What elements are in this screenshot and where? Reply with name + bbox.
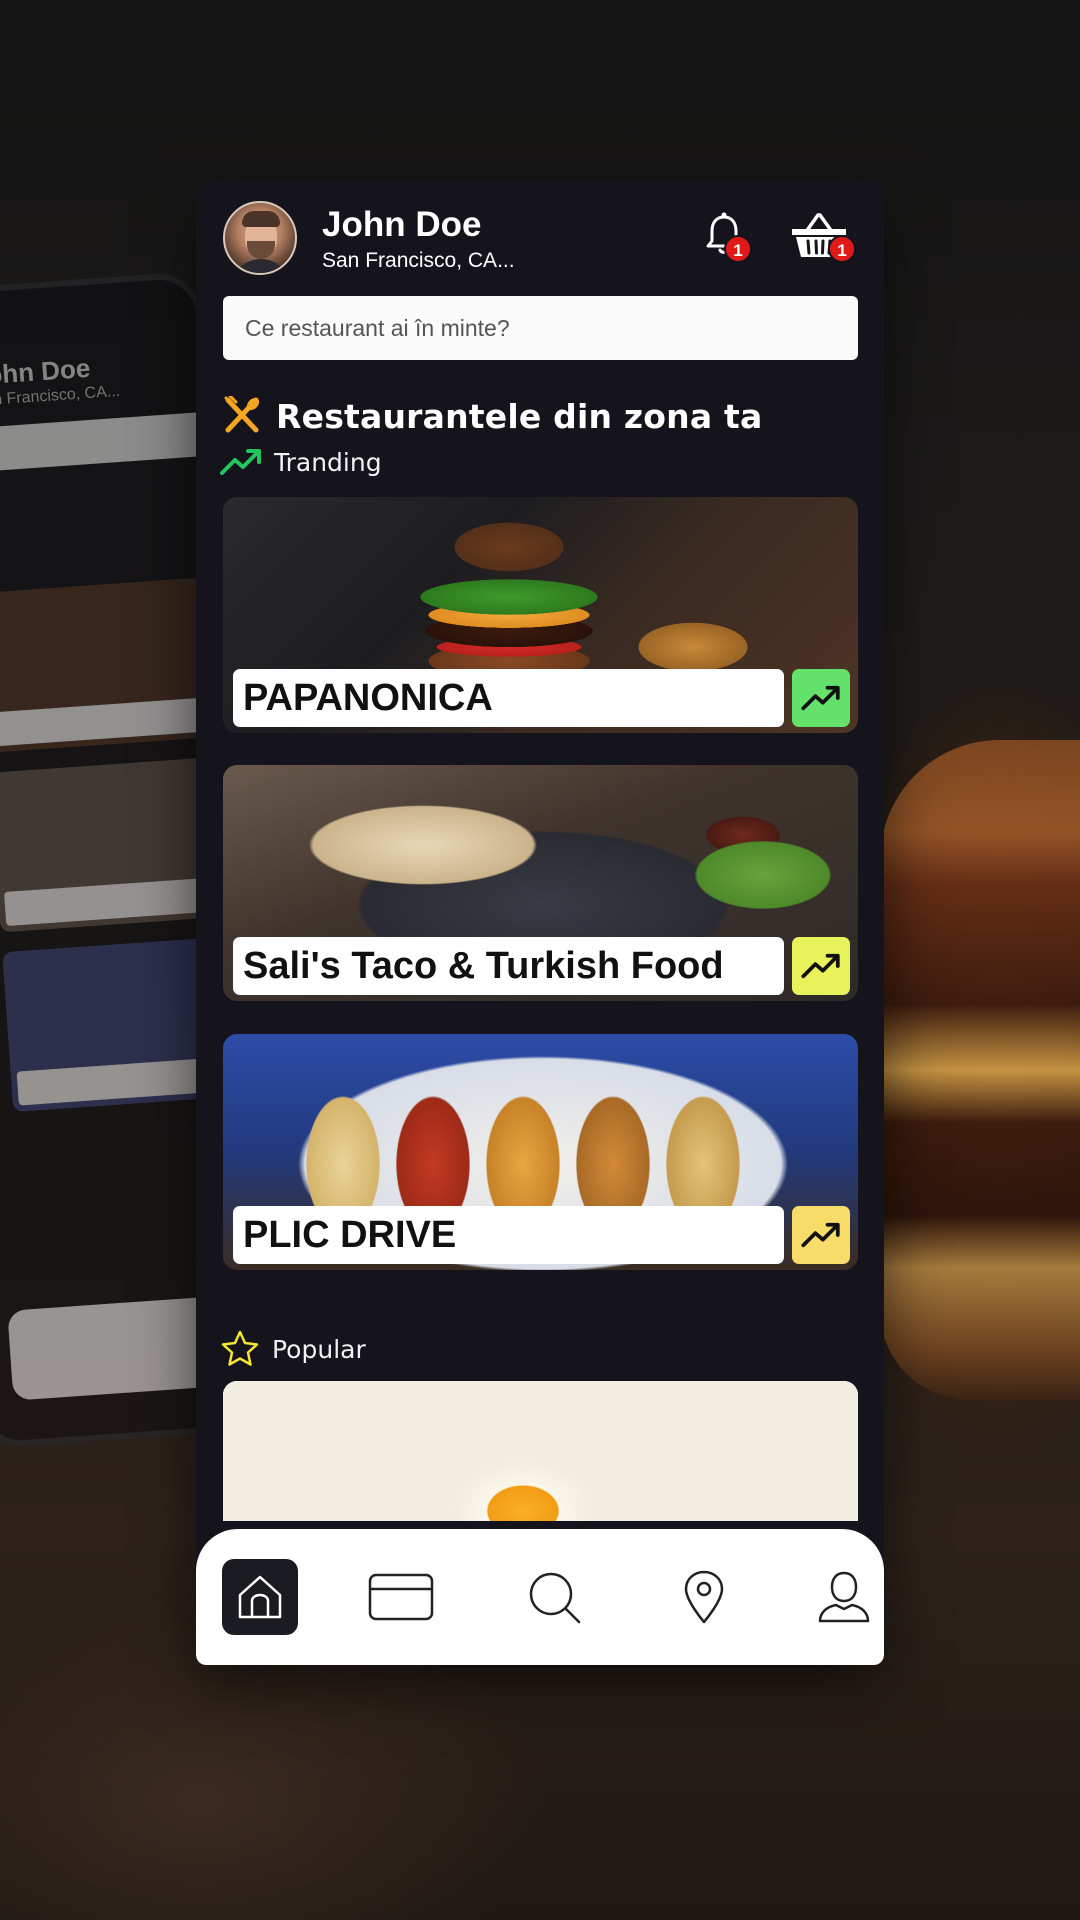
user-icon — [818, 1571, 870, 1623]
user-name: John Doe — [322, 205, 482, 244]
restaurant-card[interactable]: PAPANONICA — [223, 497, 858, 733]
trending-badge — [792, 1206, 850, 1264]
trending-up-icon — [220, 449, 261, 475]
fork-knife-icon — [224, 396, 260, 433]
restaurant-card[interactable]: PLIC DRIVE — [223, 1034, 858, 1270]
nav-cards[interactable] — [363, 1559, 439, 1635]
section-title: Restaurantele din zona ta — [222, 394, 762, 438]
trending-label: Tranding — [274, 447, 382, 477]
trending-header: Tranding — [220, 447, 382, 477]
trending-up-icon — [801, 953, 840, 979]
restaurant-photo — [223, 1381, 858, 1521]
restaurant-name: PLIC DRIVE — [233, 1206, 784, 1264]
cart-button[interactable]: 1 — [790, 209, 856, 269]
header: John Doe San Francisco, CA... 1 1 — [196, 181, 884, 291]
trending-badge — [792, 669, 850, 727]
nav-location[interactable] — [666, 1559, 742, 1635]
card-icon — [368, 1573, 434, 1621]
location-pin-icon — [684, 1570, 724, 1624]
restaurant-name: Sali's Taco & Turkish Food — [233, 937, 784, 995]
popular-label: Popular — [272, 1334, 366, 1364]
cart-badge: 1 — [828, 235, 856, 263]
home-icon — [238, 1575, 282, 1619]
nav-home[interactable] — [222, 1559, 298, 1635]
trending-up-icon — [801, 685, 840, 711]
search-input[interactable] — [223, 296, 858, 360]
popular-header: Popular — [220, 1329, 366, 1369]
trending-badge — [792, 937, 850, 995]
nav-search[interactable] — [516, 1559, 592, 1635]
trending-up-icon — [801, 1222, 840, 1248]
avatar[interactable] — [223, 201, 297, 275]
app-screen: John Doe San Francisco, CA... 1 1 Ce res… — [196, 181, 884, 1665]
restaurant-card[interactable]: Sali's Taco & Turkish Food — [223, 765, 858, 1001]
nav-profile[interactable] — [806, 1559, 882, 1635]
star-icon — [221, 1330, 259, 1366]
notifications-button[interactable]: 1 — [696, 209, 756, 269]
search-icon — [529, 1572, 581, 1624]
user-location[interactable]: San Francisco, CA... — [322, 249, 515, 273]
background-burger — [880, 740, 1080, 1400]
section-title-text: Restaurantele din zona ta — [276, 396, 763, 436]
notifications-badge: 1 — [724, 235, 752, 263]
background-phone-search — [0, 410, 229, 473]
bottom-nav — [196, 1529, 884, 1665]
restaurant-name: PAPANONICA — [233, 669, 784, 727]
